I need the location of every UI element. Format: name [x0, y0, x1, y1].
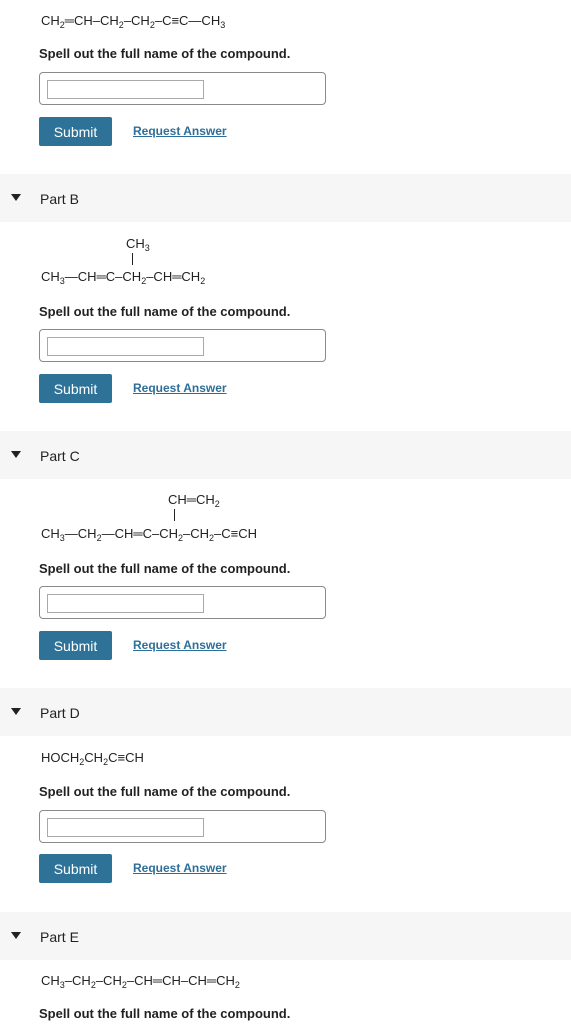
formula-part-b: CH3—CH═C–CH2–CH═CH2	[41, 269, 206, 286]
formula-segment: CH	[84, 750, 104, 765]
formula-segment: CH	[41, 269, 60, 284]
answer-input-part-c[interactable]	[47, 594, 204, 613]
prompt-part-b: Spell out the full name of the compound.	[39, 304, 291, 319]
prompt-part-d: Spell out the full name of the compound.	[39, 784, 291, 799]
formula-segment: CH	[41, 526, 60, 541]
formula-segment: CH	[41, 13, 60, 28]
formula-segment: –CH	[64, 973, 91, 988]
formula-segment: –CH═CH–CH═CH	[126, 973, 235, 988]
answer-box-part-d	[39, 810, 326, 843]
formula-subscript: 2	[214, 499, 220, 509]
formula-segment: CH	[126, 236, 145, 251]
formula-part-c: CH3—CH2—CH═C–CH2–CH2–C≡CH	[41, 526, 258, 543]
formula-segment: –CH	[123, 13, 150, 28]
caret-down-icon	[11, 932, 21, 939]
formula-segment: –C≡CH	[214, 526, 258, 541]
formula-subscript: 3	[144, 243, 150, 253]
answer-input-part-a[interactable]	[47, 80, 204, 99]
answer-input-part-b[interactable]	[47, 337, 204, 356]
formula-part-a: CH2═CH–CH2–CH2–C≡C—CH3	[41, 13, 226, 30]
request-answer-link-part-a[interactable]: Request Answer	[133, 124, 227, 138]
submit-button-part-b[interactable]: Submit	[39, 374, 112, 403]
bond-line-part-b	[132, 253, 133, 265]
submit-button-part-a[interactable]: Submit	[39, 117, 112, 146]
formula-part-d: HOCH2CH2C≡CH	[41, 750, 144, 767]
answer-box-part-b	[39, 329, 326, 362]
bond-line-part-c	[174, 509, 175, 521]
answer-box-part-c	[39, 586, 326, 619]
formula-segment: —CH═C–CH	[101, 526, 178, 541]
formula-segment: CH═CH	[168, 492, 215, 507]
formula-segment: –C≡C—CH	[154, 13, 221, 28]
prompt-part-a: Spell out the full name of the compound.	[39, 46, 291, 61]
part-c-header[interactable]: Part C	[0, 431, 571, 479]
part-b-title: Part B	[40, 191, 79, 207]
formula-part-e: CH3–CH2–CH2–CH═CH–CH═CH2	[41, 973, 240, 990]
formula-segment: –CH	[183, 526, 210, 541]
answer-box-part-a	[39, 72, 326, 105]
formula-segment: HOCH	[41, 750, 80, 765]
prompt-part-c: Spell out the full name of the compound.	[39, 561, 291, 576]
request-answer-link-part-c[interactable]: Request Answer	[133, 638, 227, 652]
submit-button-part-c[interactable]: Submit	[39, 631, 112, 660]
caret-down-icon	[11, 451, 21, 458]
formula-segment: –CH	[95, 973, 122, 988]
formula-subscript: 3	[220, 20, 226, 30]
caret-down-icon	[11, 708, 21, 715]
substituent-part-b: CH3	[126, 236, 150, 253]
part-d-header[interactable]: Part D	[0, 688, 571, 736]
formula-segment: CH	[41, 973, 60, 988]
formula-segment: —CH	[64, 526, 97, 541]
part-b-header[interactable]: Part B	[0, 174, 571, 222]
formula-subscript: 2	[200, 276, 206, 286]
formula-segment: —CH═C–CH	[64, 269, 142, 284]
request-answer-link-part-d[interactable]: Request Answer	[133, 861, 227, 875]
answer-input-part-d[interactable]	[47, 818, 204, 837]
prompt-part-e: Spell out the full name of the compound.	[39, 1006, 291, 1021]
submit-button-part-d[interactable]: Submit	[39, 854, 112, 883]
part-d-title: Part D	[40, 705, 80, 721]
part-c-title: Part C	[40, 448, 80, 464]
formula-subscript: 2	[234, 980, 240, 990]
formula-segment: ═CH–CH	[64, 13, 119, 28]
formula-segment: C≡CH	[108, 750, 144, 765]
formula-segment: –CH═CH	[146, 269, 201, 284]
caret-down-icon	[11, 194, 21, 201]
part-e-title: Part E	[40, 929, 79, 945]
request-answer-link-part-b[interactable]: Request Answer	[133, 381, 227, 395]
part-e-header[interactable]: Part E	[0, 912, 571, 960]
substituent-part-c: CH═CH2	[168, 492, 220, 509]
